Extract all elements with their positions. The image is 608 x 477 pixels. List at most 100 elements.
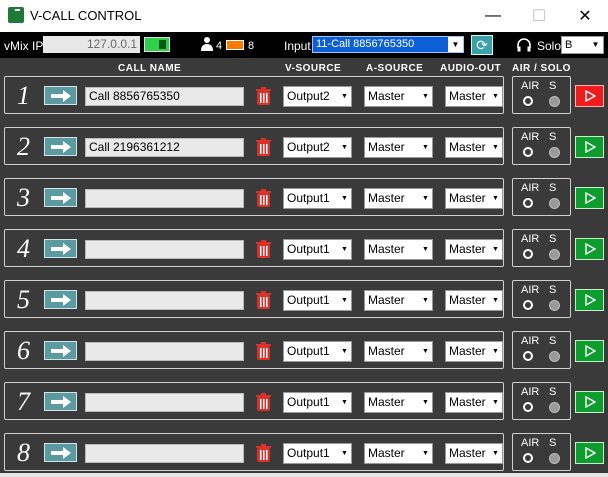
audio-out-select[interactable]: Master ▼ xyxy=(445,239,503,260)
delete-button[interactable] xyxy=(255,189,272,208)
call-name-input[interactable] xyxy=(85,342,244,361)
play-button[interactable] xyxy=(575,136,604,158)
chevron-down-icon[interactable]: ▼ xyxy=(448,37,463,52)
v-source-select[interactable]: Output1 ▼ xyxy=(283,188,352,209)
chevron-down-icon[interactable]: ▼ xyxy=(489,189,502,208)
a-source-select[interactable]: Master ▼ xyxy=(364,86,433,107)
a-source-select[interactable]: Master ▼ xyxy=(364,290,433,311)
solo-toggle[interactable] xyxy=(549,198,560,209)
chevron-down-icon[interactable]: ▼ xyxy=(489,444,502,463)
chevron-down-icon[interactable]: ▼ xyxy=(338,342,351,361)
chevron-down-icon[interactable]: ▼ xyxy=(338,138,351,157)
delete-button[interactable] xyxy=(255,240,272,259)
v-source-select[interactable]: Output1 ▼ xyxy=(283,290,352,311)
call-name-input[interactable] xyxy=(85,291,244,310)
chevron-down-icon[interactable]: ▼ xyxy=(419,189,432,208)
go-button[interactable] xyxy=(44,137,77,156)
audio-out-select[interactable]: Master ▼ xyxy=(445,137,503,158)
go-button[interactable] xyxy=(44,290,77,309)
minimize-button[interactable]: — xyxy=(470,0,516,32)
audio-out-select[interactable]: Master ▼ xyxy=(445,290,503,311)
solo-toggle[interactable] xyxy=(549,351,560,362)
close-button[interactable]: ✕ xyxy=(562,0,608,32)
a-source-select[interactable]: Master ▼ xyxy=(364,392,433,413)
solo-toggle[interactable] xyxy=(549,300,560,311)
air-toggle[interactable] xyxy=(523,453,533,463)
audio-out-select[interactable]: Master ▼ xyxy=(445,86,503,107)
play-button[interactable] xyxy=(575,289,604,311)
air-toggle[interactable] xyxy=(523,147,533,157)
v-source-select[interactable]: Output1 ▼ xyxy=(283,239,352,260)
v-source-select[interactable]: Output1 ▼ xyxy=(283,443,352,464)
solo-toggle[interactable] xyxy=(549,402,560,413)
delete-button[interactable] xyxy=(255,444,272,463)
air-toggle[interactable] xyxy=(523,351,533,361)
delete-button[interactable] xyxy=(255,138,272,157)
chevron-down-icon[interactable]: ▼ xyxy=(588,37,603,53)
solo-toggle[interactable] xyxy=(549,249,560,260)
play-button[interactable] xyxy=(575,442,604,464)
go-button[interactable] xyxy=(44,443,77,462)
chevron-down-icon[interactable]: ▼ xyxy=(419,342,432,361)
audio-out-select[interactable]: Master ▼ xyxy=(445,188,503,209)
call-name-input[interactable] xyxy=(85,240,244,259)
a-source-select[interactable]: Master ▼ xyxy=(364,137,433,158)
solo-select[interactable]: B ▼ xyxy=(561,36,604,54)
chevron-down-icon[interactable]: ▼ xyxy=(338,240,351,259)
go-button[interactable] xyxy=(44,188,77,207)
audio-out-select[interactable]: Master ▼ xyxy=(445,392,503,413)
chevron-down-icon[interactable]: ▼ xyxy=(489,393,502,412)
delete-button[interactable] xyxy=(255,393,272,412)
call-name-input[interactable]: Call 8856765350 xyxy=(85,87,244,106)
delete-button[interactable] xyxy=(255,291,272,310)
chevron-down-icon[interactable]: ▼ xyxy=(338,393,351,412)
go-button[interactable] xyxy=(44,86,77,105)
chevron-down-icon[interactable]: ▼ xyxy=(489,138,502,157)
play-button[interactable] xyxy=(575,340,604,362)
v-source-select[interactable]: Output2 ▼ xyxy=(283,137,352,158)
play-button[interactable] xyxy=(575,238,604,260)
chevron-down-icon[interactable]: ▼ xyxy=(489,291,502,310)
a-source-select[interactable]: Master ▼ xyxy=(364,188,433,209)
chevron-down-icon[interactable]: ▼ xyxy=(419,138,432,157)
v-source-select[interactable]: Output1 ▼ xyxy=(283,341,352,362)
delete-button[interactable] xyxy=(255,342,272,361)
play-button[interactable] xyxy=(575,85,604,107)
chevron-down-icon[interactable]: ▼ xyxy=(489,87,502,106)
chevron-down-icon[interactable]: ▼ xyxy=(489,342,502,361)
air-toggle[interactable] xyxy=(523,249,533,259)
chevron-down-icon[interactable]: ▼ xyxy=(489,240,502,259)
air-toggle[interactable] xyxy=(523,96,533,106)
refresh-button[interactable]: ⟳ xyxy=(471,35,493,55)
chevron-down-icon[interactable]: ▼ xyxy=(419,240,432,259)
solo-toggle[interactable] xyxy=(549,96,560,107)
chevron-down-icon[interactable]: ▼ xyxy=(338,87,351,106)
call-name-input[interactable]: Call 2196361212 xyxy=(85,138,244,157)
chevron-down-icon[interactable]: ▼ xyxy=(419,444,432,463)
call-name-input[interactable] xyxy=(85,189,244,208)
chevron-down-icon[interactable]: ▼ xyxy=(338,444,351,463)
v-source-select[interactable]: Output2 ▼ xyxy=(283,86,352,107)
solo-toggle[interactable] xyxy=(549,453,560,464)
a-source-select[interactable]: Master ▼ xyxy=(364,341,433,362)
v-source-select[interactable]: Output1 ▼ xyxy=(283,392,352,413)
go-button[interactable] xyxy=(44,239,77,258)
audio-out-select[interactable]: Master ▼ xyxy=(445,443,503,464)
air-toggle[interactable] xyxy=(523,198,533,208)
a-source-select[interactable]: Master ▼ xyxy=(364,239,433,260)
solo-toggle[interactable] xyxy=(549,147,560,158)
chevron-down-icon[interactable]: ▼ xyxy=(419,87,432,106)
a-source-select[interactable]: Master ▼ xyxy=(364,443,433,464)
maximize-button[interactable]: ☐ xyxy=(516,0,562,32)
chevron-down-icon[interactable]: ▼ xyxy=(419,393,432,412)
air-toggle[interactable] xyxy=(523,402,533,412)
audio-out-select[interactable]: Master ▼ xyxy=(445,341,503,362)
delete-button[interactable] xyxy=(255,87,272,106)
call-name-input[interactable] xyxy=(85,444,244,463)
input-select[interactable]: 11-Call 8856765350 ▼ xyxy=(312,36,464,53)
chevron-down-icon[interactable]: ▼ xyxy=(338,291,351,310)
play-button[interactable] xyxy=(575,391,604,413)
play-button[interactable] xyxy=(575,187,604,209)
call-name-input[interactable] xyxy=(85,393,244,412)
go-button[interactable] xyxy=(44,392,77,411)
